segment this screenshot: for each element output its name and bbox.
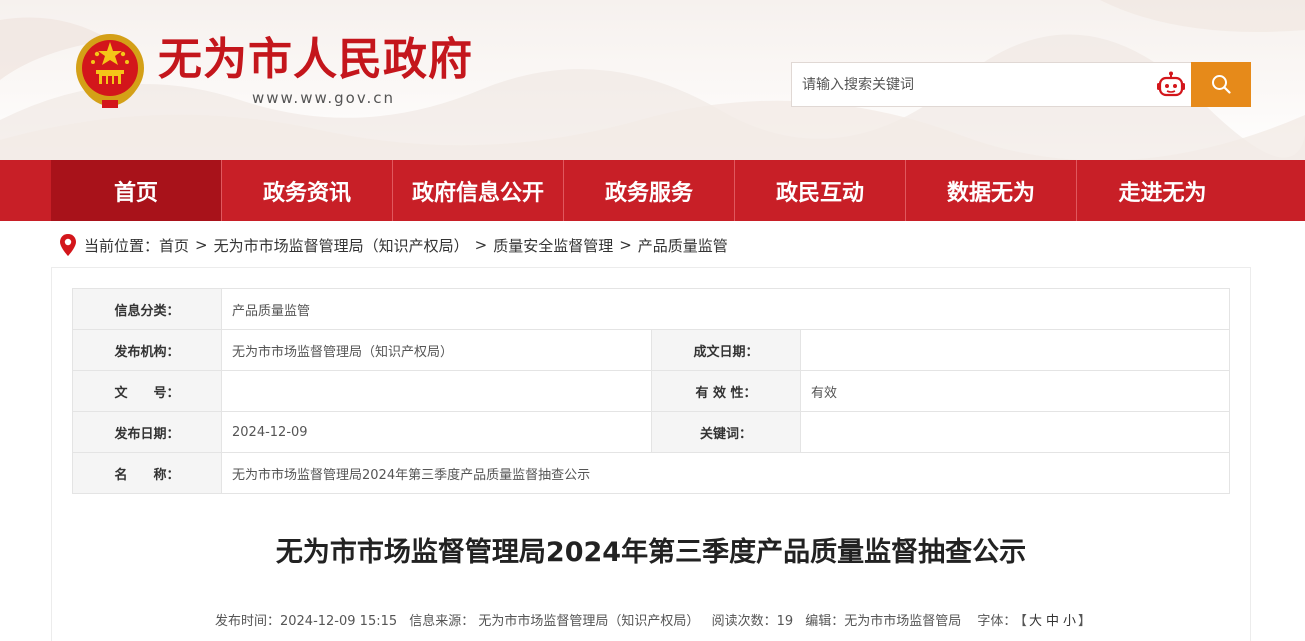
breadcrumb-separator: > <box>474 236 488 254</box>
national-emblem-icon <box>76 34 144 108</box>
font-large-button[interactable]: 大 <box>1029 614 1042 629</box>
search-box <box>791 62 1193 107</box>
table-row: 发布机构： 无为市市场监督管理局（知识产权局） 成文日期： <box>72 329 1230 371</box>
nav-item-interaction[interactable]: 政民互动 <box>735 160 906 221</box>
info-source: 信息来源： 无为市市场监督管理局（知识产权局） <box>409 614 700 629</box>
font-bracket-open: 【 <box>1020 614 1027 629</box>
doc-no-label: 文 号： <box>72 370 222 412</box>
font-bracket-close: 】 <box>1077 614 1091 629</box>
table-row: 信息分类： 产品质量监管 <box>72 288 1230 330</box>
doc-date-value <box>800 329 1230 371</box>
keywords-label: 关键词： <box>651 411 801 453</box>
breadcrumb-prefix: 当前位置： <box>84 236 160 255</box>
publish-time: 发布时间：2024-12-09 15:15 <box>214 614 398 629</box>
breadcrumb-separator: > <box>619 236 632 254</box>
category-value: 产品质量监管 <box>221 288 1230 330</box>
pub-date-value: 2024-12-09 <box>221 411 652 453</box>
nav-item-news[interactable]: 政务资讯 <box>222 160 393 221</box>
validity-value: 有效 <box>800 370 1230 412</box>
breadcrumb: 当前位置： 首页 > 无为市市场监督管理局（知识产权局） > 质量安全监督管理 … <box>58 231 728 259</box>
main-nav: 首页 政务资讯 政府信息公开 政务服务 政民互动 数据无为 走进无为 <box>0 160 1305 221</box>
view-count: 阅读次数：19 <box>711 614 794 629</box>
location-pin-icon <box>60 234 76 256</box>
table-row: 名 称： 无为市市场监督管理局2024年第三季度产品质量监督抽查公示 <box>72 452 1230 494</box>
name-label: 名 称： <box>72 452 222 494</box>
info-table: 信息分类： 产品质量监管 发布机构： 无为市市场监督管理局（知识产权局） 成文日… <box>72 288 1230 494</box>
publisher-value: 无为市市场监督管理局（知识产权局） <box>221 329 652 371</box>
font-medium-button[interactable]: 中 <box>1046 614 1059 629</box>
font-small-button[interactable]: 小 <box>1063 614 1076 629</box>
breadcrumb-separator: > <box>195 236 208 254</box>
article-title: 无为市市场监督管理局2024年第三季度产品质量监督抽查公示 <box>275 537 1027 568</box>
table-row: 文 号： 有 效 性： 有效 <box>72 370 1230 412</box>
font-size-label: 字体： <box>977 614 1017 629</box>
robot-assistant-icon[interactable] <box>1156 71 1186 99</box>
name-value: 无为市市场监督管理局2024年第三季度产品质量监督抽查公示 <box>221 452 1230 494</box>
table-row: 发布日期： 2024-12-09 关键词： <box>72 411 1230 453</box>
site-title[interactable]: 无为市人民政府 <box>158 30 473 90</box>
nav-item-home[interactable]: 首页 <box>51 160 222 221</box>
publisher-label: 发布机构： <box>72 329 222 371</box>
search-button[interactable] <box>1191 62 1251 107</box>
nav-item-data[interactable]: 数据无为 <box>906 160 1077 221</box>
breadcrumb-current[interactable]: 产品质量监管 <box>638 235 728 256</box>
doc-date-label: 成文日期： <box>651 329 801 371</box>
nav-item-about[interactable]: 走进无为 <box>1077 160 1248 221</box>
editor: 编辑：无为市市场监督管局 <box>805 614 962 629</box>
breadcrumb-home[interactable]: 首页 <box>159 235 189 256</box>
doc-no-value <box>221 370 652 412</box>
category-label: 信息分类： <box>72 288 222 330</box>
site-header: 无为市人民政府 www.ww.gov.cn <box>0 0 1305 160</box>
nav-item-services[interactable]: 政务服务 <box>564 160 735 221</box>
site-domain: www.ww.gov.cn <box>252 89 396 107</box>
keywords-value <box>800 411 1230 453</box>
pub-date-label: 发布日期： <box>72 411 222 453</box>
validity-label: 有 效 性： <box>651 370 801 412</box>
nav-item-gov-info[interactable]: 政府信息公开 <box>393 160 564 221</box>
article-meta: 发布时间：2024-12-09 15:15 信息来源： 无为市市场监督管理局（知… <box>51 610 1251 629</box>
search-input[interactable] <box>802 63 1142 106</box>
search-icon <box>1212 75 1231 94</box>
breadcrumb-quality-safety[interactable]: 质量安全监督管理 <box>493 235 613 256</box>
breadcrumb-bureau[interactable]: 无为市市场监督管理局（知识产权局） <box>214 235 469 256</box>
